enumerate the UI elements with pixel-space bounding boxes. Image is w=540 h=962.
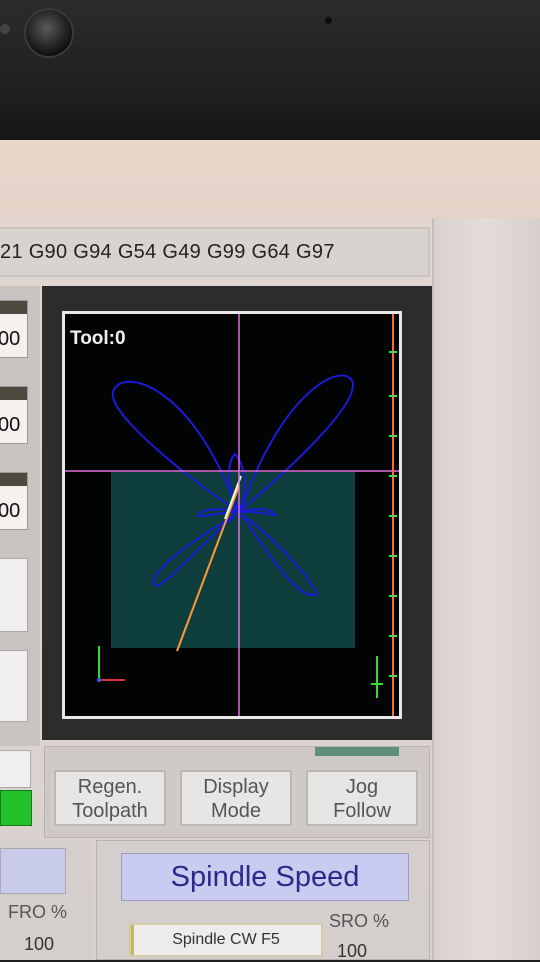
display-mode-label-line1: Display [203, 776, 269, 798]
regen-label-line1: Regen. [77, 776, 143, 798]
dro-y-cap [0, 387, 27, 400]
dro-z-cap [0, 473, 27, 486]
jog-follow-label-line2: Follow [333, 800, 391, 822]
dro-x-value: 00 [0, 328, 21, 350]
jog-follow-button[interactable]: Jog Follow [303, 767, 421, 829]
monitor-bezel [0, 0, 540, 140]
dro-y[interactable]: 00 [0, 386, 28, 444]
feedrate-panel: FRO % 100 [0, 840, 92, 960]
spindle-speed-title: Spindle Speed [121, 853, 409, 901]
right-panel [432, 218, 540, 960]
active-gcodes-text: 21 G90 G94 G54 G49 G99 G64 G97 [0, 241, 335, 263]
dro-z[interactable]: 00 [0, 472, 28, 530]
dro-x-cap [0, 301, 27, 314]
toolpath-display[interactable]: Tool:0 [62, 311, 402, 719]
spindle-panel: Spindle Speed Spindle CW F5 SRO % 100 [96, 840, 430, 962]
sro-value[interactable]: 100 [337, 941, 367, 962]
status-led-green [0, 790, 32, 826]
dro-z-value: 00 [0, 500, 21, 522]
window-title-band [0, 140, 540, 218]
regen-label-line2: Toolpath [72, 800, 148, 822]
bezel-sensor [0, 24, 10, 34]
dro-x[interactable]: 00 [0, 300, 28, 358]
display-mode-button[interactable]: Display Mode [177, 767, 295, 829]
axis-triad-icon [97, 646, 125, 682]
webcam-lens [24, 8, 74, 58]
spindle-cw-button[interactable]: Spindle CW F5 [129, 923, 323, 957]
dro-y-value: 00 [0, 414, 21, 436]
jog-follow-led [315, 747, 399, 756]
active-gcodes-bar: 21 G90 G94 G54 G49 G99 G64 G97 [0, 227, 430, 277]
z-position-icon [371, 656, 383, 698]
fro-value[interactable]: 100 [24, 934, 54, 955]
fro-label: FRO % [8, 902, 68, 922]
dro-5-box[interactable] [0, 650, 28, 722]
regen-toolpath-button[interactable]: Regen. Toolpath [51, 767, 169, 829]
mach3-screen: 21 G90 G94 G54 G49 G99 G64 G97 00 00 00 [0, 140, 540, 962]
display-mode-label-line2: Mode [210, 800, 262, 822]
jog-follow-label-line1: Jog [345, 776, 379, 798]
feedrate-title [0, 848, 66, 894]
toolpath-button-row: Regen. Toolpath Display Mode Jog Follow [44, 746, 430, 838]
bezel-indicator [325, 17, 332, 24]
dro-4-box[interactable] [0, 558, 28, 632]
sro-label: SRO % [329, 911, 390, 931]
dro-column: 00 00 00 [0, 286, 40, 746]
toolpath-canvas [65, 314, 399, 716]
tool-label: Tool:0 [70, 328, 126, 349]
left-edge-field[interactable] [0, 750, 31, 788]
